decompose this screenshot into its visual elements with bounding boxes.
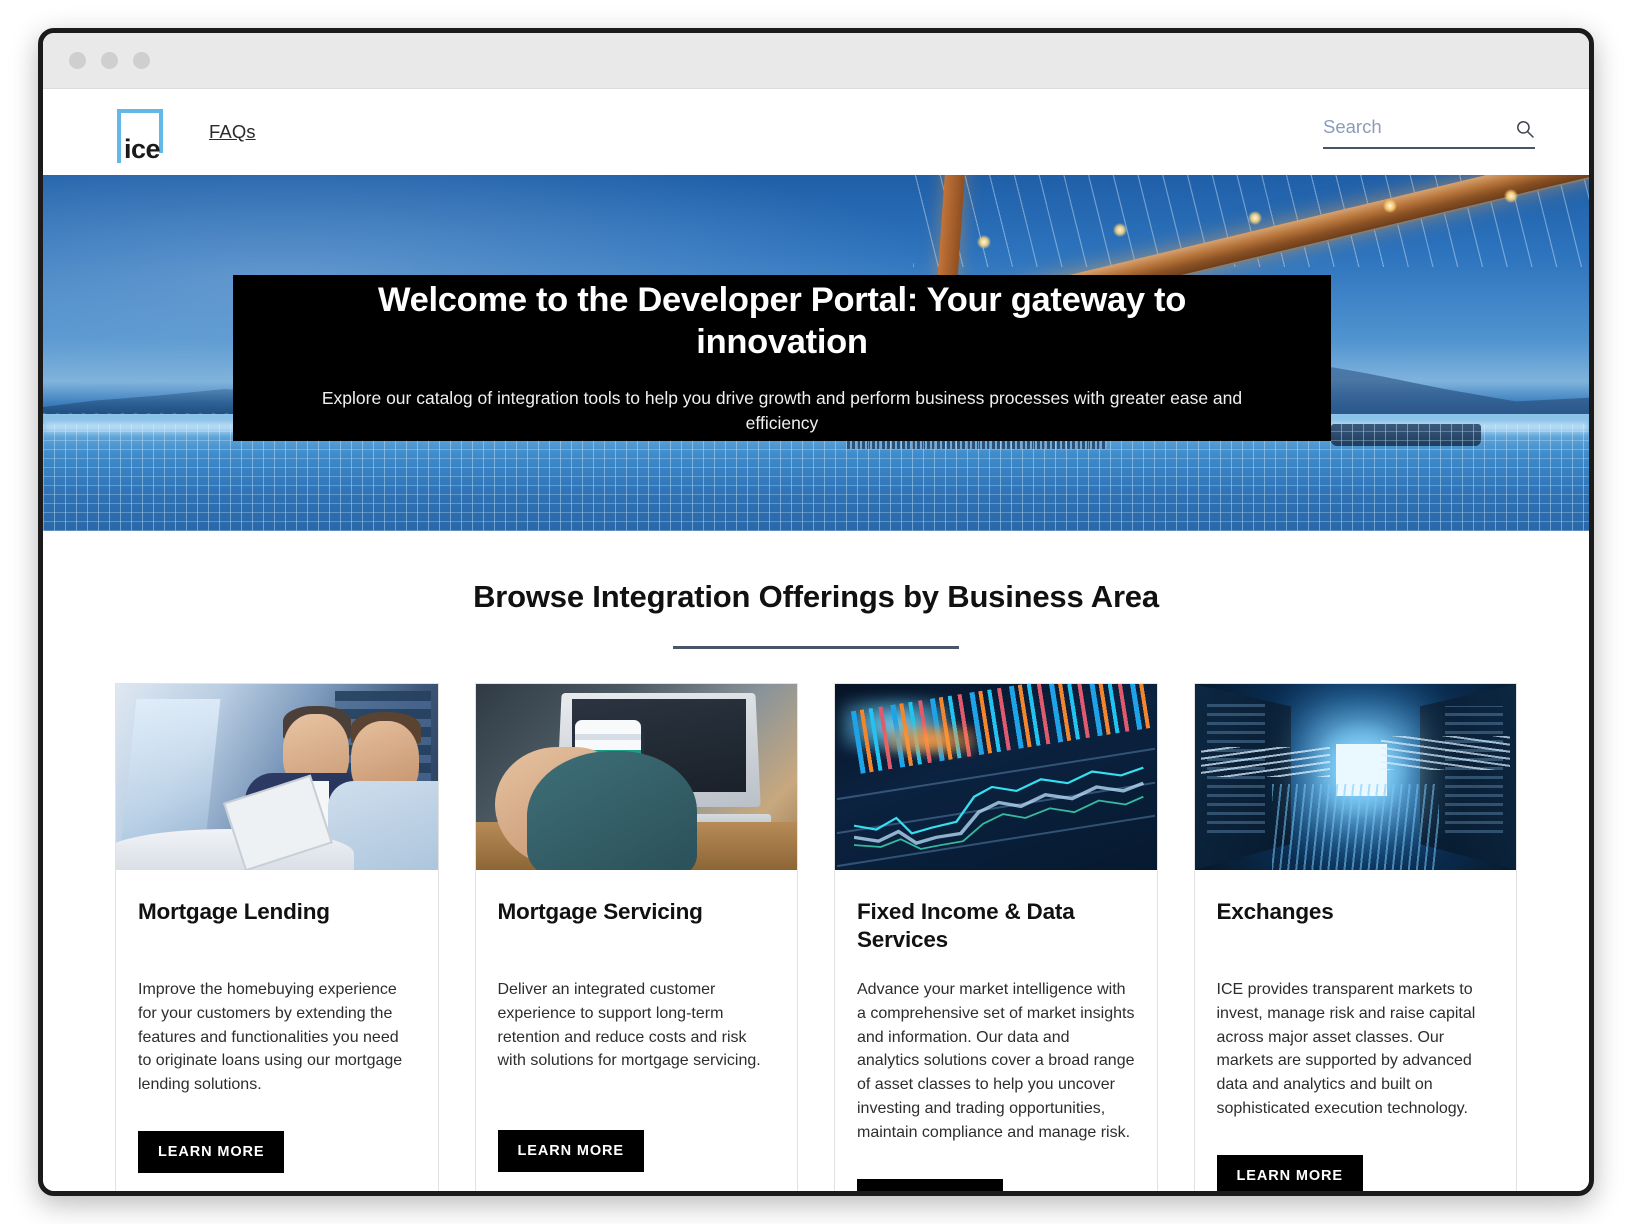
card-body: Mortgage Servicing Deliver an integrated…: [476, 870, 798, 1191]
window-close-button[interactable]: [69, 52, 86, 69]
page-title: Browse Integration Offerings by Business…: [473, 579, 1159, 614]
card-title: Fixed Income & Data Services: [857, 899, 1075, 953]
card-button-wrap: LEARN MORE: [857, 1145, 1135, 1191]
card-body: Exchanges ICE provides transparent marke…: [1195, 870, 1517, 1191]
site-header: ice FAQs: [43, 89, 1589, 175]
card-button-wrap: LEARN MORE: [1216, 1121, 1495, 1191]
card-image-mortgage-lending: [116, 684, 438, 870]
card-description: Deliver an integrated customer experienc…: [497, 981, 761, 1070]
card-button-wrap: LEARN MORE: [497, 1096, 776, 1191]
card-title: Mortgage Lending: [138, 899, 330, 924]
window-titlebar: [43, 33, 1589, 89]
card-mortgage-lending[interactable]: Mortgage Lending Improve the homebuying …: [115, 683, 439, 1191]
card-description: Improve the homebuying experience for yo…: [138, 981, 403, 1094]
card-body: Fixed Income & Data Services Advance you…: [835, 870, 1157, 1191]
bridge-lamp-icon: [1503, 188, 1518, 203]
ice-logo[interactable]: ice: [115, 105, 167, 163]
card-image-fixed-income: [835, 684, 1157, 870]
search-input[interactable]: [1323, 115, 1483, 138]
search-icon[interactable]: [1515, 119, 1535, 139]
bridge-lamp-icon: [1382, 198, 1397, 213]
hero-text-panel: Welcome to the Developer Portal: Your ga…: [233, 275, 1331, 441]
learn-more-button[interactable]: LEARN MORE: [497, 1130, 644, 1172]
bridge-lamp-icon: [1247, 210, 1262, 225]
window-maximize-button[interactable]: [133, 52, 150, 69]
hero-banner: Welcome to the Developer Portal: Your ga…: [43, 175, 1589, 531]
ice-logo-text: ice: [124, 134, 161, 164]
main-content: Browse Integration Offerings by Business…: [43, 531, 1589, 1191]
browser-window: ice FAQs Search Welcome to the Developer…: [38, 28, 1594, 1196]
card-title: Mortgage Servicing: [497, 899, 703, 924]
hero-subtitle: Explore our catalog of integration tools…: [321, 388, 1243, 433]
card-body: Mortgage Lending Improve the homebuying …: [116, 870, 438, 1191]
card-image-mortgage-servicing: [475, 684, 797, 870]
phone-laptop-photo-art: [475, 684, 797, 870]
window-minimize-button[interactable]: [101, 52, 118, 69]
search-box[interactable]: [1323, 115, 1535, 149]
card-exchanges[interactable]: Exchanges ICE provides transparent marke…: [1193, 683, 1517, 1191]
learn-more-button[interactable]: LEARN MORE: [1216, 1154, 1363, 1191]
bridge-lamp-icon: [1112, 222, 1127, 237]
learn-more-button[interactable]: LEARN MORE: [138, 1131, 285, 1174]
card-mortgage-servicing[interactable]: Mortgage Servicing Deliver an integrated…: [474, 683, 798, 1191]
office-photo-art: [116, 684, 438, 870]
nav-faqs[interactable]: FAQs: [209, 121, 256, 143]
card-image-exchanges: [1194, 684, 1516, 870]
market-chart-photo-art: [835, 684, 1157, 870]
offerings-card-grid: Mortgage Lending Improve the homebuying …: [43, 649, 1589, 1191]
card-fixed-income-data-services[interactable]: Fixed Income & Data Services Advance you…: [834, 683, 1158, 1191]
card-title: Exchanges: [1216, 899, 1334, 924]
hero-title: Welcome to the Developer Portal: Your ga…: [377, 281, 1187, 361]
learn-more-button[interactable]: LEARN MORE: [857, 1178, 1004, 1191]
card-description: Advance your market intelligence with a …: [857, 981, 1135, 1141]
card-description: ICE provides transparent markets to inve…: [1216, 981, 1476, 1118]
skyscrapers-photo-art: [1194, 684, 1516, 870]
card-button-wrap: LEARN MORE: [138, 1097, 416, 1191]
